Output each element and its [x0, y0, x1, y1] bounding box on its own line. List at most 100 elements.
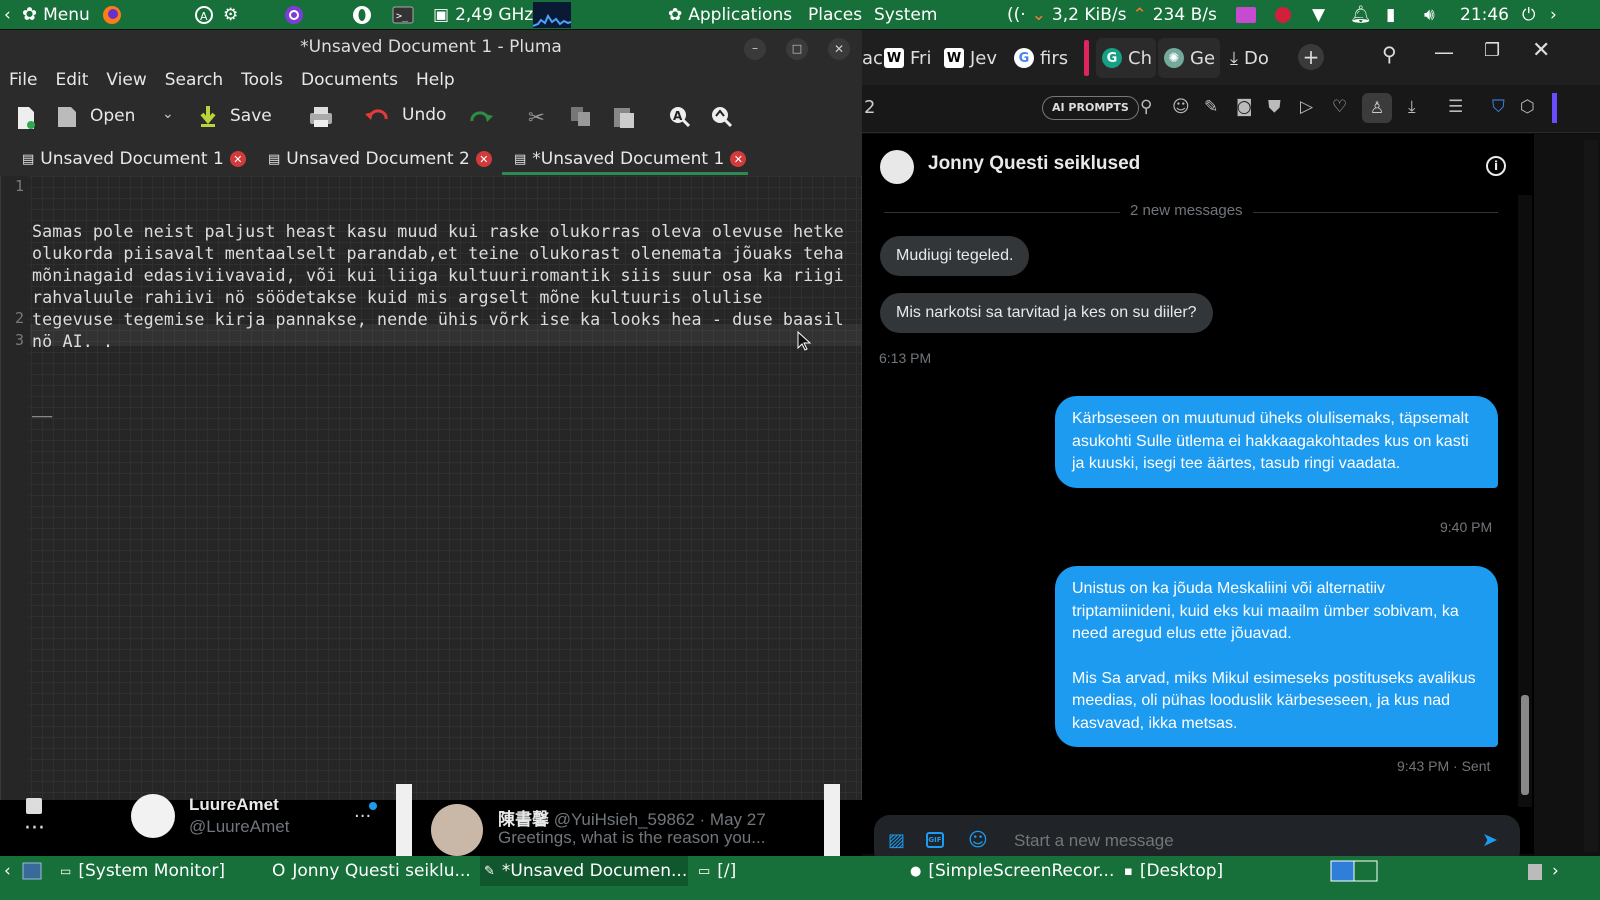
system-menu[interactable]: System: [874, 0, 937, 29]
browser-tab[interactable]: W Jev: [944, 38, 1000, 78]
send-message-icon[interactable]: ➤: [1482, 829, 1498, 851]
chat-scrollbar[interactable]: [1518, 195, 1532, 807]
screen-recorder-tray-icon[interactable]: [1236, 0, 1256, 29]
chat-title[interactable]: Jonny Questi seiklused: [928, 153, 1140, 175]
close-tab-icon[interactable]: ✕: [475, 151, 492, 167]
close-tab-icon[interactable]: ✕: [229, 151, 246, 167]
record-tray-icon[interactable]: [1274, 0, 1292, 29]
redo-button[interactable]: [468, 106, 494, 128]
volume-icon[interactable]: 🔊︎: [1424, 0, 1435, 29]
heart-icon[interactable]: ♡: [1332, 97, 1347, 117]
terminal-launcher-icon[interactable]: >_: [392, 0, 414, 29]
browser-tab[interactable]: ✺ Ge: [1158, 38, 1220, 78]
system-load-graph[interactable]: [533, 0, 571, 29]
tor-launcher-icon[interactable]: [284, 0, 304, 29]
menu-file[interactable]: File: [9, 70, 37, 90]
taskbar-item-screen-recorder[interactable]: ● [SimpleScreenRecor...: [910, 856, 1114, 886]
image-icon[interactable]: ▨: [888, 830, 905, 851]
trash-icon[interactable]: [1526, 856, 1544, 886]
opera-launcher-icon[interactable]: [352, 0, 372, 29]
document-tab[interactable]: ▤ Unsaved Document 1 ✕: [22, 144, 246, 174]
save-button[interactable]: Save: [198, 104, 272, 128]
new-tab-button[interactable]: +: [1298, 44, 1324, 70]
taskbar-item-desktop[interactable]: ▪ [Desktop]: [1124, 856, 1223, 886]
outgoing-message[interactable]: Unistus on ka jõuda Meskaliini või alter…: [1055, 566, 1498, 747]
restore-window-button[interactable]: ❐: [1484, 40, 1500, 61]
text-line[interactable]: Samas pole neist paljust heast kasu muud…: [32, 220, 852, 352]
browser-tab[interactable]: Gfirs: [1014, 38, 1070, 78]
profile-icon[interactable]: ♙: [1362, 93, 1392, 123]
tweet-author[interactable]: 陳書馨 @YuiHsieh_59862 · May 27: [498, 805, 766, 830]
taskbar-right-arrow-icon[interactable]: ›: [1552, 856, 1559, 886]
notification-bell-icon[interactable]: 🔔︎: [1350, 0, 1372, 29]
minimize-window-button[interactable]: —: [1434, 40, 1454, 64]
undo-button[interactable]: Undo: [364, 104, 446, 126]
document-tab-active[interactable]: ▤ *Unsaved Document 1 ✕: [514, 144, 747, 174]
clock-label[interactable]: 21:46: [1460, 0, 1509, 29]
downloads-icon[interactable]: ⤓: [1408, 97, 1416, 117]
menu-tools[interactable]: Tools: [241, 70, 283, 90]
document-tab[interactable]: ▤ Unsaved Document 2 ✕: [268, 144, 492, 174]
menu-search[interactable]: Search: [165, 70, 223, 90]
show-desktop-icon[interactable]: [22, 856, 42, 886]
main-menu-button[interactable]: ✿ Menu: [22, 0, 90, 29]
outgoing-message[interactable]: Kärbseseen on muutunud üheks olulisemaks…: [1055, 396, 1498, 488]
close-button[interactable]: ✕: [828, 38, 850, 60]
extension-cube-icon[interactable]: ⬡: [1520, 97, 1535, 117]
workspace-switcher[interactable]: [1330, 856, 1378, 886]
browser-tab[interactable]: W Fri: [884, 38, 940, 78]
panel-right-arrow-icon[interactable]: ›: [1550, 0, 1557, 29]
taskbar-item-browser[interactable]: O Jonny Questi seiklu...: [272, 856, 471, 886]
close-tab-icon[interactable]: ✕: [730, 151, 747, 167]
cut-button[interactable]: ✂: [528, 105, 545, 129]
account-more-icon[interactable]: ···: [354, 806, 371, 827]
print-button[interactable]: [309, 106, 333, 128]
ai-prompts-button[interactable]: AI PROMPTS: [1042, 96, 1139, 120]
network-speed-indicator[interactable]: ((· ⌄ 3,2 KiB/s ⌃ 234 B/s: [1007, 0, 1217, 29]
paste-button[interactable]: [612, 105, 636, 129]
sliders-icon[interactable]: ☰: [1448, 97, 1463, 117]
firefox-launcher-icon[interactable]: [102, 0, 122, 29]
menu-documents[interactable]: Documents: [301, 70, 398, 90]
emoji-picker-icon[interactable]: ☺: [968, 829, 988, 851]
page-scrollbar[interactable]: [1584, 140, 1598, 852]
find-button[interactable]: A: [668, 105, 690, 127]
new-document-button[interactable]: [16, 106, 36, 130]
open-button[interactable]: Open: [56, 104, 135, 128]
browser-tab[interactable]: ⤓ Do: [1230, 38, 1290, 78]
cpu-frequency-indicator[interactable]: ▣ 2,49 GHz: [433, 0, 533, 29]
taskbar-item-system-monitor[interactable]: ▭ [System Monitor]: [60, 856, 225, 886]
taskbar-item-pluma[interactable]: ✎ *Unsaved Documen...: [480, 856, 688, 886]
emoji-icon[interactable]: ☺: [1172, 97, 1190, 117]
avatar[interactable]: [880, 150, 914, 184]
power-icon[interactable]: ⏻: [1522, 0, 1535, 29]
taskbar-item-file-manager[interactable]: ▭ [/]: [698, 856, 736, 886]
message-input[interactable]: [1014, 828, 1454, 854]
shield-icon[interactable]: ⛊: [1268, 97, 1281, 117]
tweet-avatar[interactable]: [431, 804, 483, 856]
bookmark-icon[interactable]: [26, 798, 42, 814]
scrollbar[interactable]: [824, 784, 840, 856]
copy-button[interactable]: [570, 106, 592, 128]
panel-left-arrow-icon[interactable]: ‹: [4, 0, 11, 29]
text-line[interactable]: __: [32, 396, 852, 418]
search-tabs-icon[interactable]: ⚲: [1382, 42, 1397, 66]
camera-icon[interactable]: ◙: [1236, 97, 1253, 117]
wifi-signal-icon[interactable]: ▼: [1312, 0, 1325, 29]
settings-gears-icon[interactable]: ⚙: [223, 0, 238, 29]
menu-view[interactable]: View: [106, 70, 146, 90]
chat-scrollbar-thumb[interactable]: [1521, 695, 1529, 795]
find-replace-button[interactable]: [710, 105, 732, 127]
account-name[interactable]: LuureAmet: [189, 795, 279, 815]
taskbar-left-arrow-icon[interactable]: ‹: [4, 856, 11, 886]
info-icon[interactable]: i: [1486, 156, 1506, 176]
document-text[interactable]: Samas pole neist paljust heast kasu muud…: [32, 176, 852, 440]
incoming-message[interactable]: Mis narkotsi sa tarvitad ja kes on su di…: [880, 293, 1213, 333]
tweet-text[interactable]: Greetings, what is the reason you...: [498, 828, 765, 848]
battery-icon[interactable]: ▮: [1386, 0, 1395, 29]
extension-shield-icon[interactable]: ⛉: [1492, 97, 1505, 117]
send-icon[interactable]: ▷: [1300, 97, 1313, 117]
incoming-message[interactable]: Mudiugi tegeled.: [880, 236, 1030, 276]
account-avatar[interactable]: [131, 794, 175, 838]
browser-tab[interactable]: G Ch: [1096, 38, 1156, 78]
